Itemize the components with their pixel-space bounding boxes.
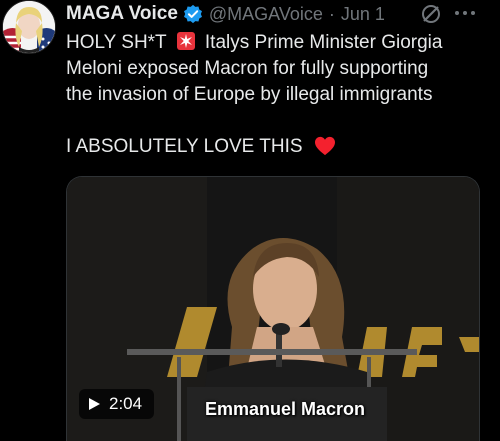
tweet-line-1: HOLY SH*T Italys Prime Minister Giorgia [66, 30, 491, 56]
video-duration-badge: 2:04 [79, 389, 155, 419]
video-player[interactable]: 2:04 Emmanuel Macron [66, 176, 480, 441]
video-duration: 2:04 [109, 394, 143, 413]
avatar-image [3, 1, 55, 53]
play-icon[interactable] [87, 397, 101, 411]
author-name[interactable]: MAGA Voice [66, 3, 178, 25]
verified-badge-icon [183, 4, 202, 24]
video-caption: Emmanuel Macron [205, 399, 366, 419]
grok-icon[interactable] [420, 3, 442, 25]
tweet-line-1-suffix: Italys Prime Minister Giorgia [204, 32, 443, 53]
tweet-line-4: I ABSOLUTELY LOVE THIS [66, 134, 491, 160]
police-siren-emoji [176, 32, 195, 50]
author-handle[interactable]: @MAGAVoice [209, 4, 323, 25]
author-avatar[interactable] [2, 0, 56, 54]
more-options-icon[interactable] [454, 10, 476, 16]
red-heart-emoji [314, 136, 335, 156]
date-separator: · [328, 3, 335, 24]
tweet-line-2: Meloni exposed Macron for fully supporti… [66, 58, 429, 79]
tweet-line-1-prefix: HOLY SH*T [66, 32, 167, 53]
tweet-line-3: the invasion of Europe by illegal immigr… [66, 84, 433, 105]
tweet-text: HOLY SH*T Italys Prime Minister Giorgia … [66, 30, 491, 160]
tweet-date[interactable]: Jun 1 [341, 4, 385, 25]
tweet-line-4-text: I ABSOLUTELY LOVE THIS [66, 136, 303, 157]
